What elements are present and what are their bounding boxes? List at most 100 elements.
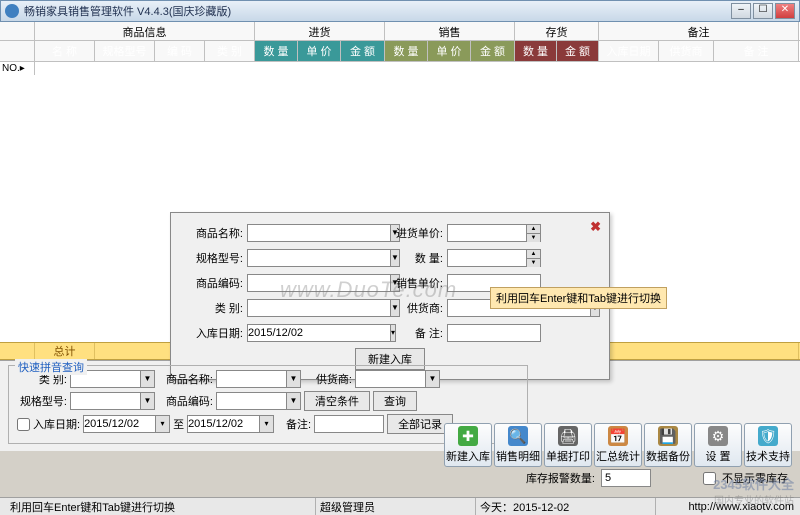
sr-label-remark: 备注: (277, 416, 311, 432)
dlg-qty-input[interactable] (447, 249, 527, 267)
chevron-down-icon[interactable]: ▼ (140, 370, 155, 388)
group-remark: 备注 (599, 22, 799, 40)
sr-label-spec: 规格型号: (17, 393, 67, 409)
save-icon: 💾 (658, 426, 678, 446)
plus-icon: ✚ (458, 426, 478, 446)
sr-label-indate: 入库日期: (33, 416, 80, 432)
sr-label-supplier: 供货商: (304, 371, 352, 387)
app-icon (5, 4, 19, 18)
chevron-down-icon[interactable]: ▼ (286, 392, 301, 410)
titlebar: 畅销家具销售管理软件 V4.4.3(国庆珍藏版) – ☐ ✕ (0, 0, 800, 22)
minimize-button[interactable]: – (731, 3, 751, 19)
close-button[interactable]: ✕ (775, 3, 795, 19)
magnifier-icon: 🔍 (508, 426, 528, 446)
status-today: 今天：2015-12-02 (476, 498, 656, 515)
maximize-button[interactable]: ☐ (753, 3, 773, 19)
dlg-remark-input[interactable] (447, 324, 541, 342)
col-supplier[interactable]: 供货商 (659, 41, 714, 61)
hide-zero-checkbox[interactable] (703, 472, 716, 485)
dialog-close-icon[interactable]: ✖ (590, 219, 601, 235)
grid-group-header: 商品信息 进货 销售 存货 备注 (0, 22, 800, 41)
group-stock: 存货 (515, 22, 599, 40)
dlg-label-qty: 数 量: (383, 250, 443, 266)
shield-icon: 🛡 (758, 426, 778, 446)
dlg-purchase-price-input[interactable] (447, 224, 527, 242)
dlg-purchase-price-spinner[interactable]: ▲▼ (527, 224, 541, 242)
status-hint: 利用回车Enter键和Tab键进行切换 (6, 498, 316, 515)
clear-button[interactable]: 清空条件 (304, 391, 370, 411)
toolbar: ✚新建入库 🔍销售明细 🖨单据打印 📅汇总统计 💾数据备份 ⚙设 置 🛡技术支持 (444, 423, 792, 467)
tb-settings-button[interactable]: ⚙设 置 (694, 423, 742, 467)
col-cat[interactable]: 类 别 (205, 41, 255, 61)
sr-label-name: 商品名称: (158, 371, 213, 387)
dlg-spec-combo[interactable]: ▼ (247, 249, 357, 267)
printer-icon: 🖨 (558, 426, 578, 446)
chevron-down-icon[interactable]: ▾ (259, 415, 274, 433)
row-indicator: NO.▸ (0, 62, 35, 75)
chevron-down-icon[interactable]: ▼ (425, 370, 440, 388)
tb-new-button[interactable]: ✚新建入库 (444, 423, 492, 467)
status-admin: 超级管理员 (316, 498, 476, 515)
chevron-down-icon[interactable]: ▼ (286, 370, 301, 388)
sr-spec-combo[interactable]: ▼ (70, 392, 155, 410)
col-purchase-amount[interactable]: 金 额 (341, 41, 385, 61)
col-purchase-qty[interactable]: 数 量 (255, 41, 298, 61)
dlg-label-indate: 入库日期: (183, 325, 243, 341)
dlg-label-sprice: 销售单价: (383, 275, 443, 291)
col-spec[interactable]: 规格型号 (95, 41, 155, 61)
dlg-cat-combo[interactable]: ▼ (247, 299, 357, 317)
dlg-product-name-combo[interactable]: ▼ (247, 224, 357, 242)
tb-print-button[interactable]: 🖨单据打印 (544, 423, 592, 467)
dlg-indate-picker[interactable]: ▾ (247, 324, 357, 342)
dlg-label-spec: 规格型号: (183, 250, 243, 266)
dlg-label-name: 商品名称: (183, 225, 243, 241)
calendar-icon: 📅 (608, 426, 628, 446)
stock-options: 库存报警数量: 不显示零库存 (526, 469, 788, 487)
chevron-down-icon[interactable]: ▼ (140, 392, 155, 410)
query-button[interactable]: 查询 (373, 391, 417, 411)
col-code[interactable]: 编 码 (155, 41, 205, 61)
group-purchase: 进货 (255, 22, 385, 40)
gear-icon: ⚙ (708, 426, 728, 446)
tb-support-button[interactable]: 🛡技术支持 (744, 423, 792, 467)
tb-detail-button[interactable]: 🔍销售明细 (494, 423, 542, 467)
stock-alarm-input[interactable] (601, 469, 651, 487)
group-sale: 销售 (385, 22, 515, 40)
status-url: http://www.xiaotv.com (656, 501, 794, 513)
col-stock-amount[interactable]: 金 额 (557, 41, 599, 61)
data-grid[interactable]: NO.▸ ✖ 商品名称: ▼ 进货单价: ▲▼ 规格型号: ▼ 数 量: ▲▼ (0, 62, 800, 342)
stock-alarm-label: 库存报警数量: (526, 470, 595, 486)
tb-summary-button[interactable]: 📅汇总统计 (594, 423, 642, 467)
sr-label-code: 商品编码: (158, 393, 213, 409)
search-title: 快速拼音查询 (15, 359, 87, 375)
statusbar: 利用回车Enter键和Tab键进行切换 超级管理员 今天：2015-12-02 … (0, 497, 800, 515)
dlg-code-combo[interactable]: ▼ (247, 274, 357, 292)
dlg-label-supplier: 供货商: (383, 300, 443, 316)
total-label: 总计 (35, 343, 95, 359)
dlg-label-cat: 类 别: (183, 300, 243, 316)
col-sale-qty[interactable]: 数 量 (385, 41, 428, 61)
sr-code-combo[interactable]: ▼ (216, 392, 301, 410)
col-remark[interactable]: 备 注 (714, 41, 799, 61)
col-purchase-price[interactable]: 单 价 (298, 41, 341, 61)
col-sale-amount[interactable]: 金 额 (471, 41, 515, 61)
dlg-qty-spinner[interactable]: ▲▼ (527, 249, 541, 267)
sr-name-combo[interactable]: ▼ (216, 370, 301, 388)
sr-remark-input[interactable] (314, 415, 384, 433)
dlg-label-remark: 备 注: (383, 325, 443, 341)
col-stock-qty[interactable]: 数 量 (515, 41, 557, 61)
dlg-label-pprice: 进货单价: (383, 225, 443, 241)
window-title: 畅销家具销售管理软件 V4.4.3(国庆珍藏版) (24, 3, 729, 19)
chevron-down-icon[interactable]: ▾ (155, 415, 170, 433)
grid-column-header: 名 称 规格型号 编 码 类 别 数 量 单 价 金 额 数 量 单 价 金 额… (0, 41, 800, 62)
tb-backup-button[interactable]: 💾数据备份 (644, 423, 692, 467)
sr-to: 至 (173, 416, 184, 432)
col-indate[interactable]: 入库日期 (599, 41, 659, 61)
sr-date1-picker[interactable]: ▾ (83, 415, 170, 433)
hide-zero-label: 不显示零库存 (722, 470, 788, 486)
col-sale-price[interactable]: 单 价 (428, 41, 471, 61)
col-name[interactable]: 名 称 (35, 41, 95, 61)
sr-date2-picker[interactable]: ▾ (187, 415, 274, 433)
sr-supplier-combo[interactable]: ▼ (355, 370, 440, 388)
indate-checkbox[interactable] (17, 418, 30, 431)
